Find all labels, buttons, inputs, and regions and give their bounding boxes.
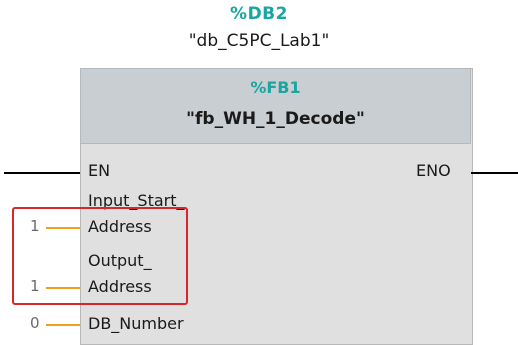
db-number-value[interactable]: 0 [30,314,40,332]
instance-db-name[interactable]: "db_C5PC_Lab1" [0,31,518,51]
pin-eno: ENO [416,161,451,180]
pin-en: EN [88,161,111,180]
instance-db-address: %DB2 [230,4,288,24]
en-power-rail-wire[interactable] [4,172,80,174]
function-block-address: %FB1 [250,78,301,97]
db-number-wire[interactable] [46,324,80,326]
highlight-box [12,207,188,305]
eno-output-wire[interactable] [471,172,518,174]
function-block-name[interactable]: "fb_WH_1_Decode" [80,109,471,129]
pin-db-number: DB_Number [88,314,184,333]
